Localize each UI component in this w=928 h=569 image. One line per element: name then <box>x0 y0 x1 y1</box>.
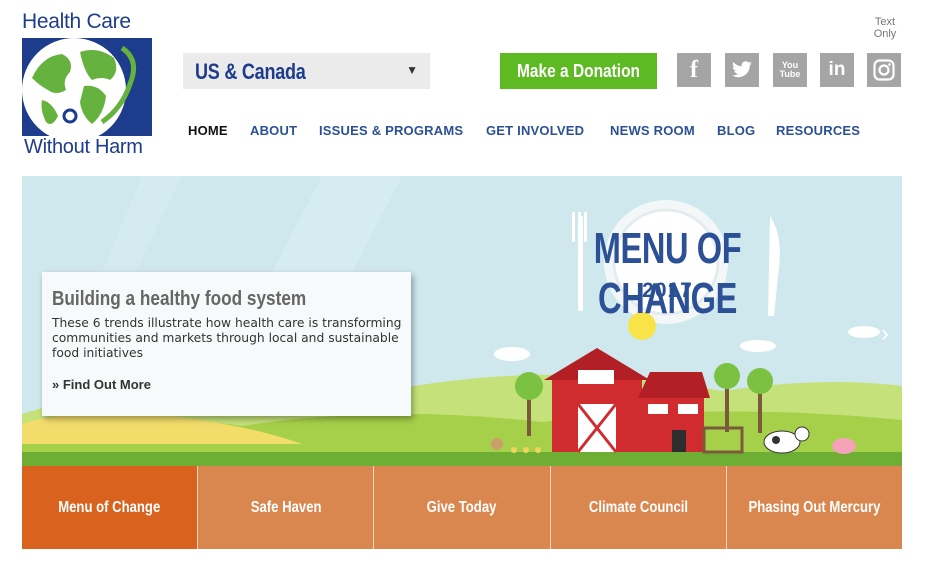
twitter-icon[interactable] <box>725 53 759 87</box>
hero-title: Building a healthy food system <box>52 288 307 310</box>
nav-resources[interactable]: RESOURCES <box>776 123 860 138</box>
region-select-value: US & Canada <box>195 59 306 84</box>
tab-give-today[interactable]: Give Today <box>374 466 551 549</box>
text-only-line2: Only <box>873 28 897 40</box>
linkedin-icon[interactable]: in <box>820 53 854 87</box>
logo-text-top: Health Care <box>22 10 131 33</box>
logo-text-bottom: Without Harm <box>24 136 143 158</box>
instagram-icon[interactable] <box>867 53 901 87</box>
nav-news-room[interactable]: NEWS ROOM <box>610 123 695 138</box>
nav-home[interactable]: HOME <box>188 123 228 138</box>
facebook-icon[interactable]: f <box>677 53 711 87</box>
nav-blog[interactable]: BLOG <box>717 123 755 138</box>
banner-title: MENU OF CHANGE <box>593 224 742 323</box>
nav-issues-programs[interactable]: ISSUES & PROGRAMS <box>319 123 463 138</box>
instagram-camera-shape <box>873 59 895 81</box>
globe-icon <box>22 38 152 136</box>
text-only-link[interactable]: Text Only <box>866 16 904 40</box>
youtube-glyph: You Tube <box>779 60 801 79</box>
text-only-line1: Text <box>874 16 896 28</box>
facebook-glyph: f <box>690 56 698 83</box>
tab-phasing-out-mercury[interactable]: Phasing Out Mercury <box>726 466 903 549</box>
region-select[interactable]: US & Canada ▼ <box>183 53 430 89</box>
tab-label: Phasing Out Mercury <box>748 498 881 516</box>
nav-get-involved[interactable]: GET INVOLVED <box>486 123 584 138</box>
hero-description: These 6 trends illustrate how health car… <box>52 316 402 360</box>
tab-label: Safe Haven <box>250 498 322 516</box>
logo[interactable]: Health Care Without Harm <box>22 10 162 160</box>
chevron-down-icon: ▼ <box>406 63 418 77</box>
tab-label: Menu of Change <box>58 498 161 516</box>
youtube-icon[interactable]: You Tube <box>773 53 807 87</box>
tab-label: Give Today <box>427 498 497 516</box>
hero-card: Building a healthy food system These 6 t… <box>42 272 411 416</box>
donate-button[interactable]: Make a Donation <box>500 53 657 89</box>
find-out-more-link[interactable]: » Find Out More <box>52 377 151 392</box>
nav-about[interactable]: ABOUT <box>250 123 297 138</box>
next-slide-arrow-icon[interactable]: › <box>881 320 889 348</box>
tab-menu-of-change[interactable]: Menu of Change <box>22 466 199 549</box>
banner-year: 2017 <box>642 279 693 302</box>
tab-safe-haven[interactable]: Safe Haven <box>198 466 375 549</box>
tab-climate-council[interactable]: Climate Council <box>550 466 727 549</box>
linkedin-glyph: in <box>828 59 846 80</box>
twitter-bird-shape <box>732 61 752 78</box>
tab-label: Climate Council <box>588 498 688 516</box>
feature-tabs: Menu of Change Safe Haven Give Today Cli… <box>22 466 903 549</box>
donate-button-label: Make a Donation <box>516 60 641 81</box>
